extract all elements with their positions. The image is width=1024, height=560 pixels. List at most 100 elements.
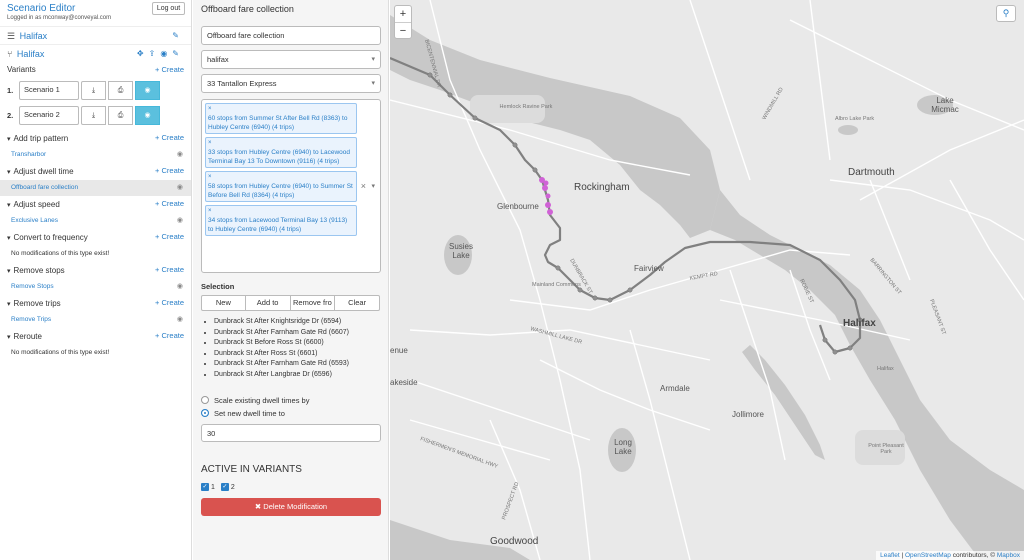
selection-label: Selection: [201, 282, 235, 291]
group-title: Remove stops: [13, 266, 65, 275]
create-modification-link[interactable]: + Create: [155, 298, 184, 307]
variant-2-checkbox[interactable]: ✓: [220, 483, 229, 491]
group-title: Adjust speed: [13, 200, 60, 209]
eye-icon[interactable]: ◉: [177, 315, 183, 323]
chevron-down-icon: ▾: [7, 136, 11, 143]
remove-from-selection-button[interactable]: Remove fro: [290, 295, 336, 311]
zoom-in-button[interactable]: +: [395, 6, 411, 22]
delete-modification-button[interactable]: ✖ Delete Modification: [201, 498, 381, 516]
modification-group-header[interactable]: ▾ Adjust dwell time + Create: [0, 163, 191, 180]
edit-icon[interactable]: ✎: [172, 49, 184, 58]
variant-1-checkbox[interactable]: ✓: [201, 483, 209, 491]
create-modification-link[interactable]: + Create: [155, 232, 184, 241]
create-modification-link[interactable]: + Create: [155, 265, 184, 274]
modification-item[interactable]: Exclusive Lanes ◉: [0, 213, 191, 229]
list-icon: ☰: [7, 31, 16, 41]
pattern-multiselect[interactable]: × 60 stops from Summer St After Bell Rd (…: [201, 99, 381, 273]
modification-group-header[interactable]: ▾ Convert to frequency + Create: [0, 229, 191, 246]
scale-radio[interactable]: [201, 396, 209, 404]
print-icon[interactable]: ⎙: [108, 81, 133, 100]
selected-stop-item: Dunbrack St After Knightsridge Dr (6594): [214, 317, 380, 328]
create-modification-link[interactable]: + Create: [155, 331, 184, 340]
create-modification-link[interactable]: + Create: [155, 133, 184, 142]
pattern-chip[interactable]: × 34 stops from Lacewood Terminal Bay 13 …: [205, 205, 357, 236]
place-jollimore: Jollimore: [732, 410, 765, 419]
logout-button[interactable]: Log out: [152, 2, 185, 15]
project-row[interactable]: ⑂ Halifax ✥⇪◉✎: [0, 44, 191, 62]
pattern-label: 60 stops from Summer St After Bell Rd (8…: [208, 115, 348, 131]
remove-pattern-icon[interactable]: ×: [208, 173, 354, 182]
selected-stop-item: Dunbrack St After Farnham Gate Rd (6593): [214, 359, 380, 370]
modification-item[interactable]: Transharbor ◉: [0, 147, 191, 163]
mapbox-link[interactable]: Mapbox: [997, 552, 1020, 559]
chevron-down-icon[interactable]: ▾: [371, 182, 375, 190]
modification-groups: ▾ Add trip pattern + Create Transharbor ◉ ▾ Ad…: [0, 130, 191, 361]
create-label: Create: [161, 65, 184, 74]
set-option[interactable]: Set new dwell time to: [201, 408, 380, 418]
delete-label: Delete Modification: [263, 502, 328, 511]
crosshair-icon[interactable]: ✥: [137, 49, 149, 58]
eye-icon[interactable]: ◉: [135, 106, 160, 125]
download-icon[interactable]: ⤓: [81, 81, 106, 100]
modification-group-header[interactable]: ▾ Add trip pattern + Create: [0, 130, 191, 147]
create-variant-link[interactable]: + Create: [155, 65, 184, 74]
remove-pattern-icon[interactable]: ×: [208, 139, 354, 148]
region-name: Halifax: [19, 31, 48, 41]
eye-icon[interactable]: ◉: [177, 183, 183, 191]
project-name: Halifax: [16, 49, 45, 59]
pattern-chip[interactable]: × 60 stops from Summer St After Bell Rd (…: [205, 103, 357, 134]
clear-selection-button[interactable]: Clear: [335, 295, 380, 311]
modification-item[interactable]: Remove Trips ◉: [0, 312, 191, 328]
feed-select[interactable]: halifax ▾: [201, 50, 381, 69]
create-modification-link[interactable]: + Create: [155, 166, 184, 175]
name-input[interactable]: Offboard fare collection: [201, 26, 381, 45]
pattern-chip[interactable]: × 58 stops from Hubley Centre (6940) to S…: [205, 171, 357, 202]
eye-icon[interactable]: ◉: [177, 282, 183, 290]
remove-pattern-icon[interactable]: ×: [208, 207, 354, 216]
modification-group-header[interactable]: ▾ Adjust speed + Create: [0, 196, 191, 213]
scenario-name-input[interactable]: Scenario 2: [19, 106, 79, 125]
route-select[interactable]: 33 Tantallon Express ▾: [201, 74, 381, 93]
scenario-name-input[interactable]: Scenario 1: [19, 81, 79, 100]
pattern-label: 58 stops from Hubley Centre (6940) to Su…: [208, 183, 353, 199]
northwest-arm: [742, 345, 825, 460]
selected-stops-list: Dunbrack St After Knightsridge Dr (6594)…: [201, 317, 380, 380]
modification-group-header[interactable]: ▾ Reroute + Create: [0, 328, 191, 345]
pencil-icon[interactable]: ✎: [172, 31, 184, 40]
modification-group-header[interactable]: ▾ Remove stops + Create: [0, 262, 191, 279]
place-goodwood: Goodwood: [490, 536, 539, 547]
add-to-selection-button[interactable]: Add to: [245, 295, 291, 311]
variant-checkboxes: ✓ 1 ✓ 2: [201, 483, 380, 491]
modification-item[interactable]: Remove Stops ◉: [0, 279, 191, 295]
scale-option[interactable]: Scale existing dwell times by: [201, 395, 380, 405]
download-icon[interactable]: ⤓: [81, 106, 106, 125]
zoom-out-button[interactable]: −: [395, 22, 411, 38]
active-variants-title: ACTIVE IN VARIANTS: [201, 464, 302, 475]
search-icon[interactable]: ⚲: [996, 5, 1016, 22]
dwell-time-input[interactable]: 30: [201, 424, 381, 442]
osm-link[interactable]: OpenStreetMap: [905, 552, 951, 559]
map[interactable]: BICENTENNIAL DR DUNBRACK ST WINDMILL RD …: [390, 0, 1024, 560]
remove-pattern-icon[interactable]: ×: [208, 105, 354, 114]
svg-text:WINDMILL RD: WINDMILL RD: [762, 87, 785, 121]
eye-icon[interactable]: ◉: [177, 216, 183, 224]
scenario-row: 2. Scenario 2 ⤓ ⎙ ◉: [0, 103, 191, 128]
clear-icon[interactable]: ×: [361, 181, 366, 191]
new-selection-button[interactable]: New: [201, 295, 246, 311]
leaflet-link[interactable]: Leaflet: [880, 552, 900, 559]
pattern-chip[interactable]: × 33 stops from Hubley Centre (6940) to L…: [205, 137, 357, 168]
modification-group-header[interactable]: ▾ Remove trips + Create: [0, 295, 191, 312]
create-modification-link[interactable]: + Create: [155, 199, 184, 208]
map-canvas[interactable]: BICENTENNIAL DR DUNBRACK ST WINDMILL RD …: [390, 0, 1024, 560]
variants-label: Variants: [7, 65, 36, 74]
place-akeside: akeside: [390, 378, 418, 387]
region-row[interactable]: ☰ Halifax ✎: [0, 26, 191, 44]
eye-icon[interactable]: ◉: [177, 150, 183, 158]
modification-item[interactable]: Offboard fare collection ◉: [0, 180, 191, 196]
print-icon[interactable]: ⎙: [108, 106, 133, 125]
set-radio[interactable]: [201, 409, 209, 417]
group-title: Convert to frequency: [13, 233, 88, 242]
upload-icon[interactable]: ⇪: [149, 49, 161, 58]
globe-icon[interactable]: ◉: [160, 49, 172, 58]
eye-icon[interactable]: ◉: [135, 81, 160, 100]
